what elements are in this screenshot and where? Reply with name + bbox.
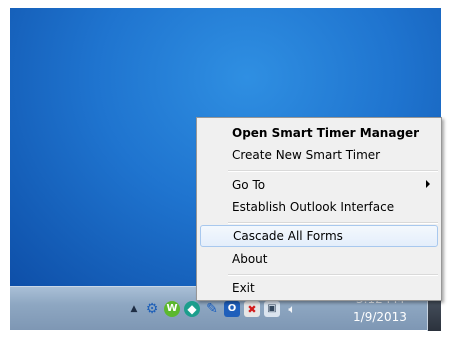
gear-app-icon[interactable]: ⚙ bbox=[144, 301, 160, 317]
menu-item-establish-outlook-interface[interactable]: Establish Outlook Interface bbox=[200, 196, 438, 217]
green-w-app-icon[interactable]: W bbox=[164, 301, 180, 317]
menu-item-label: Open Smart Timer Manager bbox=[232, 125, 420, 140]
green-teal-app-icon[interactable]: ◆ bbox=[184, 301, 200, 317]
menu-separator bbox=[228, 170, 438, 172]
menu-item-label: Exit bbox=[232, 280, 255, 295]
speaker-icon[interactable]: 🔈︎ bbox=[284, 301, 300, 317]
menu-item-cascade-all-forms[interactable]: Cascade All Forms bbox=[200, 225, 438, 247]
tray-context-menu: Open Smart Timer Manager Create New Smar… bbox=[196, 117, 442, 301]
menu-item-open-smart-timer-manager[interactable]: Open Smart Timer Manager bbox=[200, 122, 438, 143]
menu-item-about[interactable]: About bbox=[200, 248, 438, 269]
menu-item-label: Cascade All Forms bbox=[233, 229, 343, 243]
show-hidden-icons-arrow-icon[interactable]: ▲ bbox=[128, 301, 140, 317]
menu-separator bbox=[228, 222, 438, 224]
menu-item-go-to[interactable]: Go To bbox=[200, 174, 438, 195]
outlook-app-icon[interactable]: O bbox=[224, 301, 240, 317]
clock-date: 1/9/2013 bbox=[353, 310, 407, 324]
submenu-arrow-icon bbox=[426, 180, 430, 188]
menu-item-label: Establish Outlook Interface bbox=[232, 199, 395, 214]
menu-item-exit[interactable]: Exit bbox=[200, 277, 438, 298]
red-x-flag-icon[interactable]: ✖ bbox=[244, 301, 260, 317]
blue-tool-app-icon[interactable]: ✎ bbox=[204, 301, 220, 317]
menu-separator bbox=[228, 274, 438, 276]
menu-item-label: Go To bbox=[232, 177, 266, 192]
menu-item-label: Create New Smart Timer bbox=[232, 147, 381, 162]
menu-item-create-new-smart-timer[interactable]: Create New Smart Timer bbox=[200, 144, 438, 165]
menu-item-label: About bbox=[232, 251, 268, 266]
network-icon[interactable]: ▣ bbox=[264, 301, 280, 317]
